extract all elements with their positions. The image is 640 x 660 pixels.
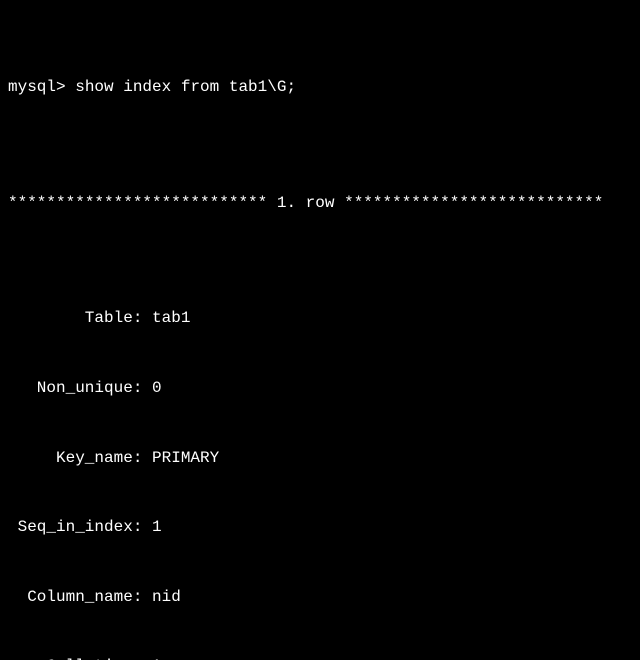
field-label: Seq_in_index	[8, 516, 133, 539]
field-label: Key_name	[8, 447, 133, 470]
command-text: show index from tab1\G;	[75, 78, 296, 96]
field-value: 0	[152, 379, 162, 397]
mysql-prompt: mysql>	[8, 78, 66, 96]
field-row: Table: tab1	[8, 307, 632, 330]
field-value: 1	[152, 518, 162, 536]
prompt-line: mysql> show index from tab1\G;	[8, 76, 632, 99]
field-row: Collation: A	[8, 655, 632, 660]
row-separator: *************************** 1. row *****…	[8, 192, 632, 215]
field-value: PRIMARY	[152, 449, 219, 467]
field-label: Table	[8, 307, 133, 330]
terminal-output: mysql> show index from tab1\G; *********…	[0, 0, 640, 660]
field-label: Non_unique	[8, 377, 133, 400]
field-value: tab1	[152, 309, 190, 327]
field-label: Collation	[8, 655, 133, 660]
field-row: Key_name: PRIMARY	[8, 447, 632, 470]
field-label: Column_name	[8, 586, 133, 609]
field-row: Column_name: nid	[8, 586, 632, 609]
field-value: nid	[152, 588, 181, 606]
field-row: Non_unique: 0	[8, 377, 632, 400]
field-row: Seq_in_index: 1	[8, 516, 632, 539]
